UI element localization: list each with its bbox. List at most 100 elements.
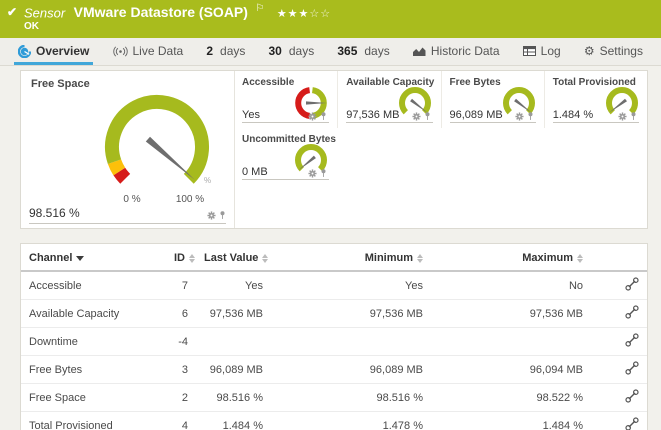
actions-cell: [591, 300, 647, 328]
id-cell: -4: [166, 328, 196, 356]
maximum-cell: 1.484 %: [431, 412, 591, 430]
tab-label: days: [220, 44, 245, 58]
actions-cell: [591, 384, 647, 412]
tab-live-data[interactable]: Live Data: [109, 39, 188, 65]
wrench-icon: [625, 417, 639, 430]
gauge-actions: [412, 111, 431, 121]
edit-channel-button[interactable]: [625, 277, 639, 294]
column-label: Channel: [29, 252, 72, 264]
gauge-uncommitted-bytes[interactable]: Uncommitted Bytes0 MB: [234, 128, 337, 185]
tab-2-days[interactable]: 2 days: [202, 39, 249, 65]
gauge-value: Yes: [242, 109, 260, 121]
tab-label: Settings: [600, 44, 643, 58]
column-header-minimum[interactable]: Minimum: [271, 244, 431, 271]
minimum-cell: Yes: [271, 271, 431, 300]
table-body: Accessible7YesYesNoAvailable Capacity697…: [21, 271, 647, 430]
sort-toggle-icon: [577, 254, 583, 263]
channel-cell: Accessible: [21, 271, 166, 300]
column-header-channel[interactable]: Channel: [21, 244, 166, 271]
column-header-last-value[interactable]: Last Value: [196, 244, 271, 271]
priority-stars[interactable]: ★★★☆☆: [277, 8, 331, 20]
gauge-free-space[interactable]: Free Space 0 % 100 % % 98.516 %: [21, 71, 235, 228]
table-row: Downtime-4: [21, 328, 647, 356]
minimum-cell: 98.516 %: [271, 384, 431, 412]
gauge-available-capacity[interactable]: Available Capacity97,536 MB: [337, 71, 440, 128]
gauge-free-bytes[interactable]: Free Bytes96,089 MB: [441, 71, 544, 128]
gauge-underline: [346, 122, 432, 123]
tab-label: Live Data: [133, 44, 184, 58]
maximum-cell: 96,094 MB: [431, 356, 591, 384]
gauge-value: 1.484 %: [553, 109, 593, 121]
tab-number: 2: [206, 44, 213, 58]
settings-gear-icon: ⚙: [584, 46, 595, 56]
sort-desc-icon: [76, 256, 84, 261]
actions-cell: [591, 328, 647, 356]
gear-icon[interactable]: [308, 169, 317, 178]
gear-icon[interactable]: [412, 112, 421, 121]
gear-icon[interactable]: [207, 211, 216, 220]
maximum-cell: 98.522 %: [431, 384, 591, 412]
minimum-cell: 1.478 %: [271, 412, 431, 430]
stars-empty: ☆☆: [309, 8, 331, 20]
edit-channel-button[interactable]: [625, 417, 639, 430]
gear-icon[interactable]: [618, 112, 627, 121]
id-cell: 2: [166, 384, 196, 412]
sort-toggle-icon: [189, 254, 195, 263]
edit-channel-button[interactable]: [625, 305, 639, 322]
gear-icon[interactable]: [515, 112, 524, 121]
tab-365-days[interactable]: 365days: [333, 39, 393, 65]
wrench-icon: [625, 305, 639, 319]
edit-channel-button[interactable]: [625, 361, 639, 378]
prtg-sensor-page: ✔ Sensor VMware Datastore (SOAP) ⚐ ★★★☆☆…: [0, 0, 661, 430]
channel-cell: Free Bytes: [21, 356, 166, 384]
edit-channel-button[interactable]: [625, 389, 639, 406]
tab-number: 365: [337, 44, 357, 58]
column-header-maximum[interactable]: Maximum: [431, 244, 591, 271]
gauge-value: 98.516 %: [29, 206, 80, 220]
table-row: Available Capacity697,536 MB97,536 MB97,…: [21, 300, 647, 328]
channel-cell: Free Space: [21, 384, 166, 412]
pin-icon[interactable]: [320, 111, 327, 121]
gauge-title: Free Bytes: [450, 77, 501, 88]
tab-historic-data[interactable]: Historic Data: [409, 39, 504, 65]
column-label: Maximum: [522, 252, 573, 264]
pin-icon[interactable]: [320, 168, 327, 178]
wrench-icon: [625, 361, 639, 375]
minimum-cell: [271, 328, 431, 356]
pin-icon[interactable]: [219, 210, 226, 220]
small-gauges-grid: AccessibleYesAvailable Capacity97,536 MB…: [234, 71, 647, 228]
gauge-icon: [18, 45, 31, 58]
gauge-accessible[interactable]: AccessibleYes: [234, 71, 337, 128]
pin-icon[interactable]: [424, 111, 431, 121]
column-header-id[interactable]: ID: [166, 244, 196, 271]
last-value-cell: 96,089 MB: [196, 356, 271, 384]
actions-cell: [591, 412, 647, 430]
edit-channel-button[interactable]: [625, 333, 639, 350]
last-value-cell: [196, 328, 271, 356]
channel-cell: Downtime: [21, 328, 166, 356]
last-value-cell: 97,536 MB: [196, 300, 271, 328]
gauge-scale-min: 0 %: [117, 194, 147, 205]
gauge-actions: [515, 111, 534, 121]
gauge-underline: [553, 122, 639, 123]
live-data-icon: [113, 46, 128, 57]
wrench-icon: [625, 389, 639, 403]
id-cell: 4: [166, 412, 196, 430]
gauge-total-provisioned[interactable]: Total Provisioned1.484 %: [544, 71, 647, 128]
minimum-cell: 96,089 MB: [271, 356, 431, 384]
tab-label: Overview: [36, 44, 89, 58]
gauge-footer: 98.516 %: [29, 206, 226, 224]
tab-overview[interactable]: Overview: [14, 39, 93, 65]
id-cell: 6: [166, 300, 196, 328]
pin-icon[interactable]: [630, 111, 637, 121]
pin-icon[interactable]: [527, 111, 534, 121]
tab-log[interactable]: Log: [519, 39, 565, 65]
gear-icon[interactable]: [308, 112, 317, 121]
gauge-actions: [618, 111, 637, 121]
favorite-flag-icon[interactable]: ⚐: [255, 3, 264, 14]
tab-30-days[interactable]: 30days: [265, 39, 319, 65]
gauge-value: 97,536 MB: [346, 109, 399, 121]
gauge-needle: [146, 137, 195, 180]
wrench-icon: [625, 277, 639, 291]
tab-settings[interactable]: ⚙ Settings: [580, 39, 647, 65]
